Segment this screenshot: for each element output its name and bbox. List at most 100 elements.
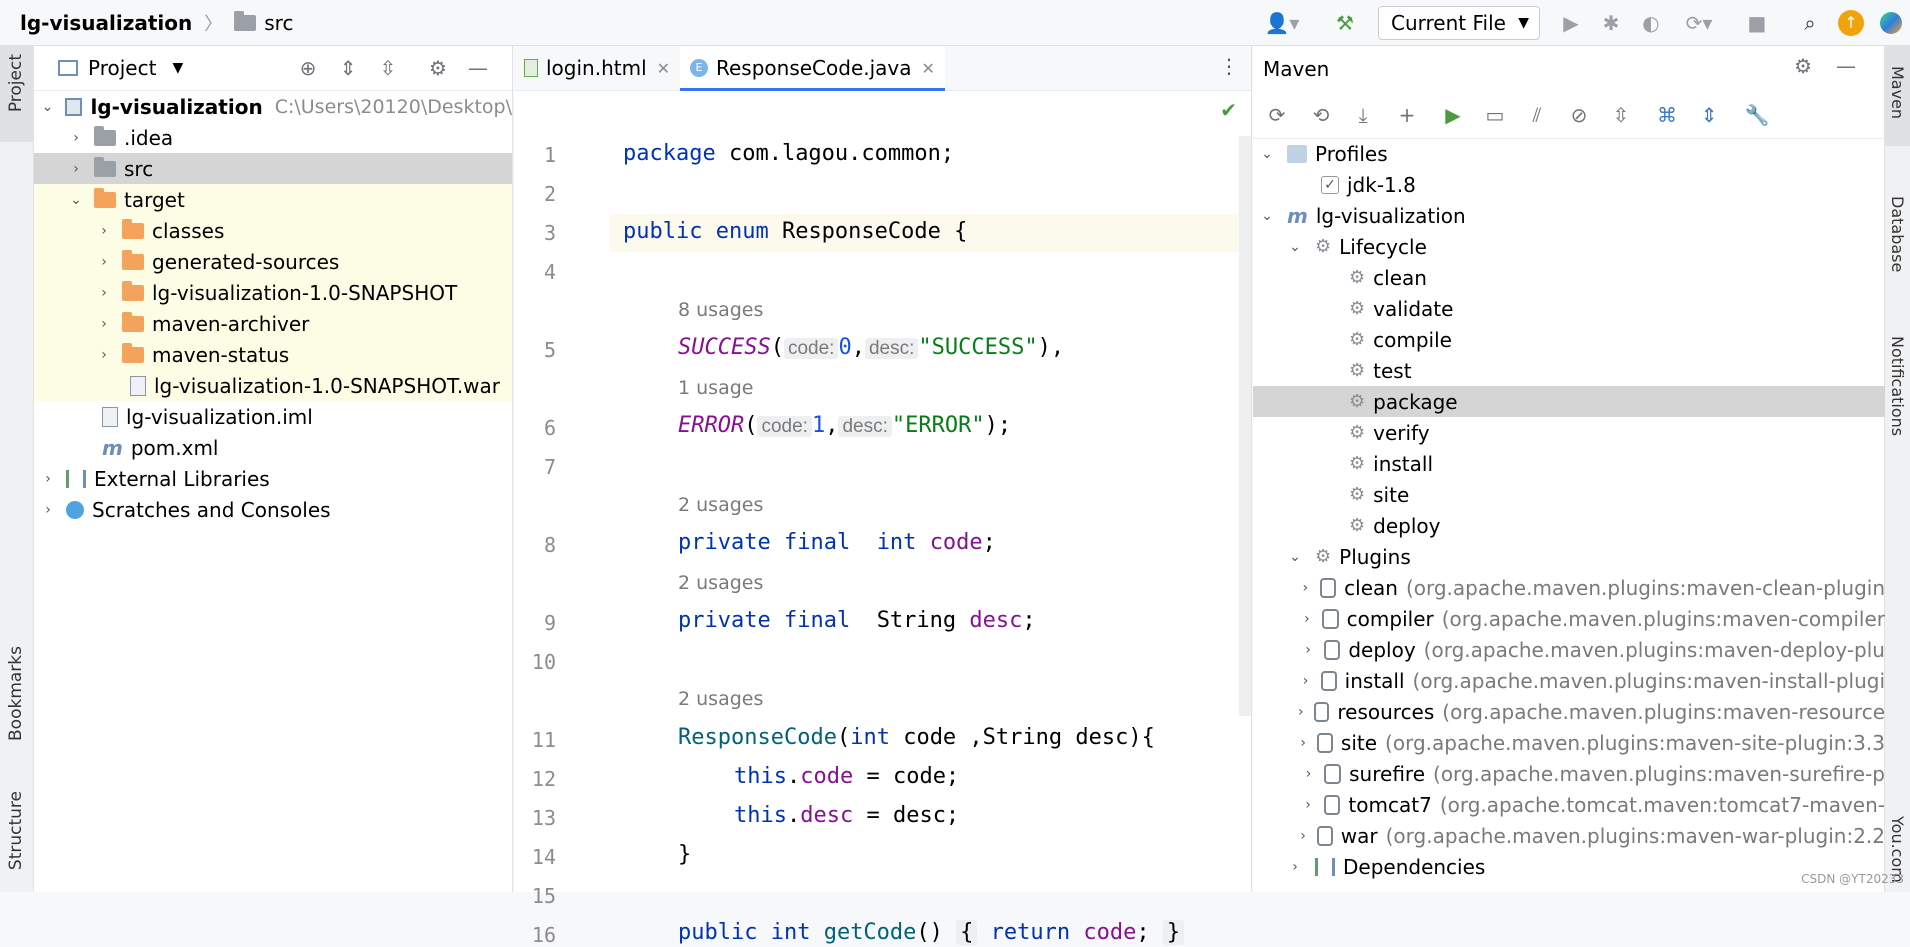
maven-lifecycle-goal[interactable]: ⚙ compile [1253,324,1885,355]
tree-item-pom[interactable]: m pom.xml [34,432,512,463]
notifications-tool-label[interactable]: Notifications [1888,336,1907,436]
tab-login-html[interactable]: login.html ✕ [514,46,680,90]
chevron-right-icon[interactable]: › [1300,642,1316,658]
maven-lifecycle-goal[interactable]: ⚙ site [1253,479,1885,510]
maven-tool-button[interactable]: Maven [1885,46,1910,146]
code-line[interactable]: this.desc = desc; [734,803,959,828]
maven-tree-project[interactable]: ⌄ m lg-visualization [1253,200,1885,231]
build-hammer-icon[interactable]: ⚒ [1330,8,1360,38]
code-line[interactable]: } [678,842,691,867]
tree-item-external-libraries[interactable]: › External Libraries [34,463,512,494]
usages-hint[interactable]: 2 usages [678,572,763,594]
stop-icon[interactable]: ■ [1742,8,1772,38]
maven-plugin-item[interactable]: › compiler (org.apache.maven.plugins:maven… [1253,603,1885,634]
chevron-right-icon[interactable]: › [1298,673,1313,689]
run-icon[interactable]: ▶ [1439,101,1467,129]
chevron-down-icon[interactable]: ⌄ [66,192,86,208]
database-tool-label[interactable]: Database [1888,196,1907,272]
chevron-down-icon[interactable]: ⌄ [38,99,57,115]
search-icon[interactable]: ⌕ [1795,8,1825,38]
locate-icon[interactable]: ⊕ [294,54,322,82]
chevron-right-icon[interactable]: › [94,316,114,332]
tree-item-scratches[interactable]: › Scratches and Consoles [34,494,512,525]
maven-plugin-item[interactable]: › surefire (org.apache.maven.plugins:maven… [1253,758,1885,789]
chevron-right-icon[interactable]: › [1300,797,1316,813]
tree-item-target[interactable]: ⌄ target [34,184,512,215]
usages-hint[interactable]: 2 usages [678,494,763,516]
chevron-down-icon[interactable]: ⌄ [1285,549,1305,565]
maven-lifecycle-goal[interactable]: ⚙ install [1253,448,1885,479]
expand-all-icon[interactable]: ⇕ [1695,101,1723,129]
run-configuration-dropdown[interactable]: Current File ▼ [1378,6,1540,40]
close-icon[interactable]: ✕ [657,59,670,78]
tree-item-maven-archiver[interactable]: › maven-archiver [34,308,512,339]
chevron-down-icon[interactable]: ⌄ [1285,239,1305,255]
maven-plugin-item[interactable]: › site (org.apache.maven.plugins:maven-sit… [1253,727,1885,758]
maven-lifecycle-goal[interactable]: ⚙ clean [1253,262,1885,293]
maven-tree-lifecycle[interactable]: ⌄ ⚙ Lifecycle [1253,231,1885,262]
tree-item-war-file[interactable]: lg-visualization-1.0-SNAPSHOT.war [34,370,512,401]
profile-icon[interactable]: ⟳▾ [1676,8,1722,38]
skip-tests-icon[interactable]: ⊘ [1565,101,1593,129]
user-icon[interactable]: 👤▾ [1262,8,1302,38]
execute-goal-icon[interactable]: ▭ [1481,101,1509,129]
usages-hint[interactable]: 1 usage [678,377,753,399]
gear-icon[interactable]: ⚙ [424,54,452,82]
reload-folder-icon[interactable]: ⟲ [1307,101,1335,129]
code-line[interactable]: ERROR(code: 1, desc: "ERROR"); [678,413,1011,438]
tree-item-maven-status[interactable]: › maven-status [34,339,512,370]
maven-plugin-item[interactable]: › tomcat7 (org.apache.tomcat.maven:tomcat7… [1253,789,1885,820]
bookmarks-tool-label[interactable]: Bookmarks [6,646,26,741]
code-line[interactable]: public int getCode() { return code; } [678,920,1185,945]
maven-lifecycle-goal[interactable]: ⚙ validate [1253,293,1885,324]
chevron-right-icon[interactable]: › [94,223,114,239]
code-line[interactable]: SUCCESS(code: 0, desc: "SUCCESS"), [678,335,1064,360]
chevron-right-icon[interactable]: › [1299,611,1314,627]
chevron-right-icon[interactable]: › [1298,580,1313,596]
expand-all-icon[interactable]: ⇕ [334,54,362,82]
code-line[interactable]: private final int code; [678,530,996,555]
debug-icon[interactable]: ✱ [1596,8,1626,38]
usages-hint[interactable]: 8 usages [678,299,763,321]
tree-root-row[interactable]: ⌄ lg-visualization C:\Users\20120\Deskto… [34,91,512,122]
toggle-offline-icon[interactable]: ⫽ [1523,101,1551,129]
usages-hint[interactable]: 2 usages [678,688,763,710]
chevron-right-icon[interactable]: › [38,502,58,518]
breadcrumb-project[interactable]: lg-visualization [20,11,192,35]
no-problems-check-icon[interactable]: ✔ [1220,98,1237,122]
collapse-all-icon[interactable]: ⇳ [374,54,402,82]
hide-icon[interactable]: — [464,54,492,82]
update-icon[interactable]: ↑ [1836,8,1866,38]
editor-scrollbar[interactable] [1239,136,1251,716]
tree-item-src[interactable]: › src [34,153,512,184]
maven-lifecycle-goal[interactable]: ⚙ verify [1253,417,1885,448]
project-tool-button[interactable]: Project [0,46,34,142]
tree-item-iml[interactable]: lg-visualization.iml [34,401,512,432]
chevron-right-icon[interactable]: › [38,471,58,487]
chevron-right-icon[interactable]: › [1285,859,1305,875]
close-icon[interactable]: ✕ [922,59,935,78]
ide-logo-icon[interactable] [1876,8,1906,38]
more-options-icon[interactable]: ⋮ [1219,54,1239,78]
maven-tree-dependencies[interactable]: › Dependencies [1253,851,1885,882]
maven-plugin-item[interactable]: › install (org.apache.maven.plugins:maven-… [1253,665,1885,696]
download-icon[interactable]: ⤓ [1349,101,1377,129]
chevron-right-icon[interactable]: › [94,285,114,301]
maven-lifecycle-goal[interactable]: ⚙ deploy [1253,510,1885,541]
chevron-down-icon[interactable]: ⌄ [1257,208,1277,224]
maven-plugin-item[interactable]: › resources (org.apache.maven.plugins:mave… [1253,696,1885,727]
add-icon[interactable]: + [1393,101,1421,129]
tab-responsecode-java[interactable]: E ResponseCode.java ✕ [680,46,945,91]
tree-item-snapshot-folder[interactable]: › lg-visualization-1.0-SNAPSHOT [34,277,512,308]
breadcrumb-folder[interactable]: src [264,11,293,35]
collapse-all-icon[interactable]: ⇳ [1607,101,1635,129]
code-line[interactable]: package com.lagou.common; [623,141,954,166]
structure-tool-label[interactable]: Structure [6,791,26,870]
tree-item-classes[interactable]: › classes [34,215,512,246]
maven-tree-jdk-profile[interactable]: ✓ jdk-1.8 [1253,169,1885,200]
maven-plugin-item[interactable]: › war (org.apache.maven.plugins:maven-war-… [1253,820,1885,851]
chevron-down-icon[interactable]: ▼ [172,60,183,76]
chevron-right-icon[interactable]: › [1296,828,1310,844]
maven-plugin-item[interactable]: › clean (org.apache.maven.plugins:maven-cl… [1253,572,1885,603]
tree-item-generated-sources[interactable]: › generated-sources [34,246,512,277]
